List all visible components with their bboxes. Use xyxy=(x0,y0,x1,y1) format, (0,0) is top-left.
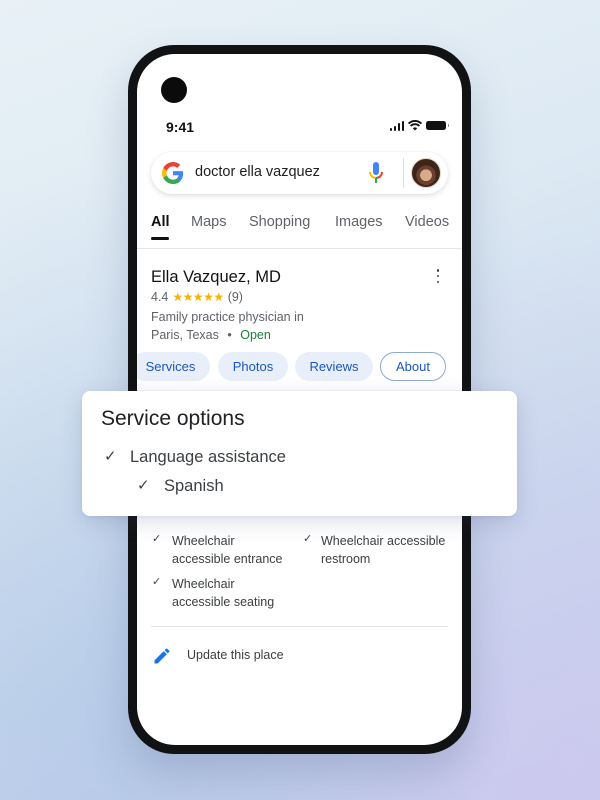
tab-all[interactable]: All xyxy=(151,214,170,230)
place-category: Family practice physician in xyxy=(151,310,304,324)
search-input[interactable]: doctor ella vazquez xyxy=(195,164,320,180)
check-icon: ✓ xyxy=(303,533,313,545)
open-status: Open xyxy=(240,328,271,342)
amenity-item: Wheelchair accessible seating xyxy=(172,577,275,609)
check-icon: ✓ xyxy=(137,477,150,494)
more-options-icon[interactable] xyxy=(433,269,443,283)
update-place-link[interactable]: Update this place xyxy=(187,648,284,662)
status-time: 9:41 xyxy=(166,119,195,135)
chip-services[interactable]: Services xyxy=(137,352,210,381)
battery-icon xyxy=(426,121,449,130)
pencil-icon[interactable] xyxy=(151,646,173,666)
profile-avatar[interactable] xyxy=(411,158,441,188)
place-name: Ella Vazquez, MD xyxy=(151,268,281,286)
check-icon: ✓ xyxy=(152,576,162,588)
chip-reviews[interactable]: Reviews xyxy=(295,352,373,381)
separator-dot: • xyxy=(227,328,232,342)
review-count[interactable]: (9) xyxy=(228,290,243,304)
star-rating-icon: ★★★★★ xyxy=(172,290,224,304)
section-divider xyxy=(151,626,448,627)
signal-icon xyxy=(389,120,404,131)
check-icon: ✓ xyxy=(152,533,162,545)
camera-hole xyxy=(161,77,187,103)
place-location: Paris, Texas xyxy=(151,328,219,342)
rating-row: 4.4 ★★★★★ (9) xyxy=(151,290,243,304)
google-logo-icon xyxy=(162,162,184,184)
amenity-item: Wheelchair accessible restroom xyxy=(321,534,446,566)
status-icons xyxy=(389,120,449,131)
tab-maps[interactable]: Maps xyxy=(191,214,226,230)
place-chips: Services Photos Reviews About xyxy=(137,352,462,382)
place-description: Family practice physician in Paris, Texa… xyxy=(151,308,304,344)
service-option-subitem: Spanish xyxy=(164,477,224,495)
service-options-card: Service options ✓ Language assistance ✓ … xyxy=(82,391,517,516)
search-divider xyxy=(403,158,404,188)
amenity-item: Wheelchair accessible entrance xyxy=(172,534,283,566)
active-tab-indicator xyxy=(151,237,169,240)
wifi-icon xyxy=(408,120,422,131)
chip-photos[interactable]: Photos xyxy=(218,352,288,381)
search-tabs: All Maps Shopping Images Videos xyxy=(137,204,462,249)
service-options-title: Service options xyxy=(101,407,245,430)
service-option-item: Language assistance xyxy=(130,448,286,466)
rating-value: 4.4 xyxy=(151,290,169,304)
chip-about[interactable]: About xyxy=(380,352,446,381)
tab-shopping[interactable]: Shopping xyxy=(249,214,310,230)
microphone-icon[interactable] xyxy=(368,161,384,185)
tab-videos[interactable]: Videos xyxy=(405,214,449,230)
search-bar[interactable]: doctor ella vazquez xyxy=(151,152,448,194)
check-icon: ✓ xyxy=(104,448,117,465)
tab-images[interactable]: Images xyxy=(335,214,383,230)
